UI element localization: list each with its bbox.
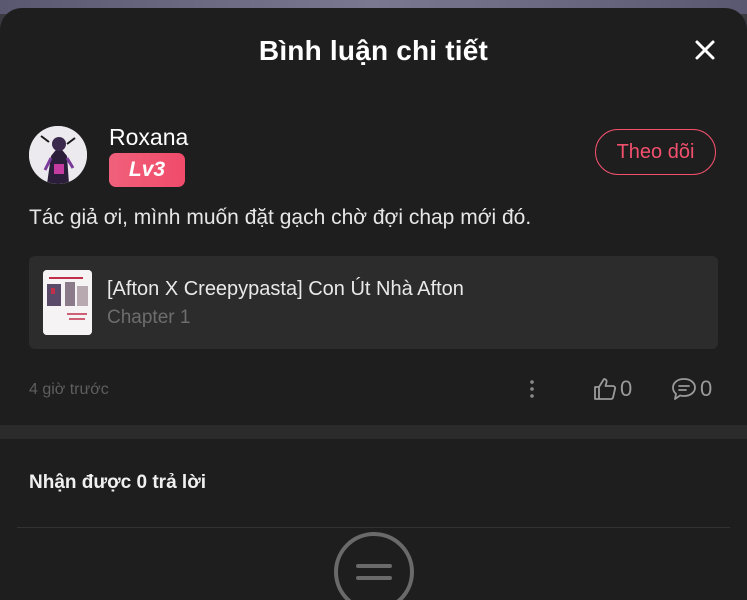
level-badge: Lv3: [109, 153, 185, 187]
story-cover: [43, 270, 92, 335]
more-vertical-icon: [530, 380, 534, 398]
sheet-header: Bình luận chi tiết: [0, 8, 747, 94]
avatar[interactable]: [29, 126, 87, 184]
comment-bubble-icon: [672, 378, 696, 400]
divider: [17, 527, 730, 528]
more-button[interactable]: [525, 375, 539, 403]
like-button[interactable]: 0: [592, 374, 632, 404]
author-row: Roxana Lv3 Theo dõi: [29, 124, 718, 192]
close-button[interactable]: [691, 36, 719, 64]
reply-button[interactable]: 0: [670, 374, 712, 404]
author-name[interactable]: Roxana: [109, 124, 188, 151]
replies-count-label: Nhận được 0 trả lời: [29, 472, 206, 493]
section-divider: [0, 425, 747, 439]
comment-detail-sheet: Bình luận chi tiết Roxana Lv3 Theo dõi T…: [0, 8, 747, 600]
comment-text: Tác giả ơi, mình muốn đặt gạch chờ đợi c…: [29, 206, 532, 229]
sheet-title: Bình luận chi tiết: [258, 35, 489, 66]
story-card[interactable]: [Afton X Creepypasta] Con Út Nhà Afton C…: [29, 256, 718, 349]
story-title: [Afton X Creepypasta] Con Út Nhà Afton: [107, 278, 464, 300]
replies-header: Nhận được 0 trả lời: [0, 439, 747, 527]
empty-list-icon: [332, 530, 416, 600]
story-cover-image: [43, 270, 92, 335]
follow-button[interactable]: Theo dõi: [595, 129, 716, 175]
reply-count: 0: [700, 376, 713, 401]
avatar-image: [29, 126, 87, 184]
comment-block: Roxana Lv3 Theo dõi Tác giả ơi, mình muố…: [0, 124, 747, 411]
close-icon: [695, 40, 715, 60]
story-chapter: Chapter 1: [107, 307, 191, 328]
timestamp: 4 giờ trước: [29, 381, 109, 398]
like-count: 0: [620, 376, 633, 401]
thumbs-up-icon: [594, 378, 617, 400]
comment-meta-row: 4 giờ trước 0 0: [29, 371, 718, 411]
